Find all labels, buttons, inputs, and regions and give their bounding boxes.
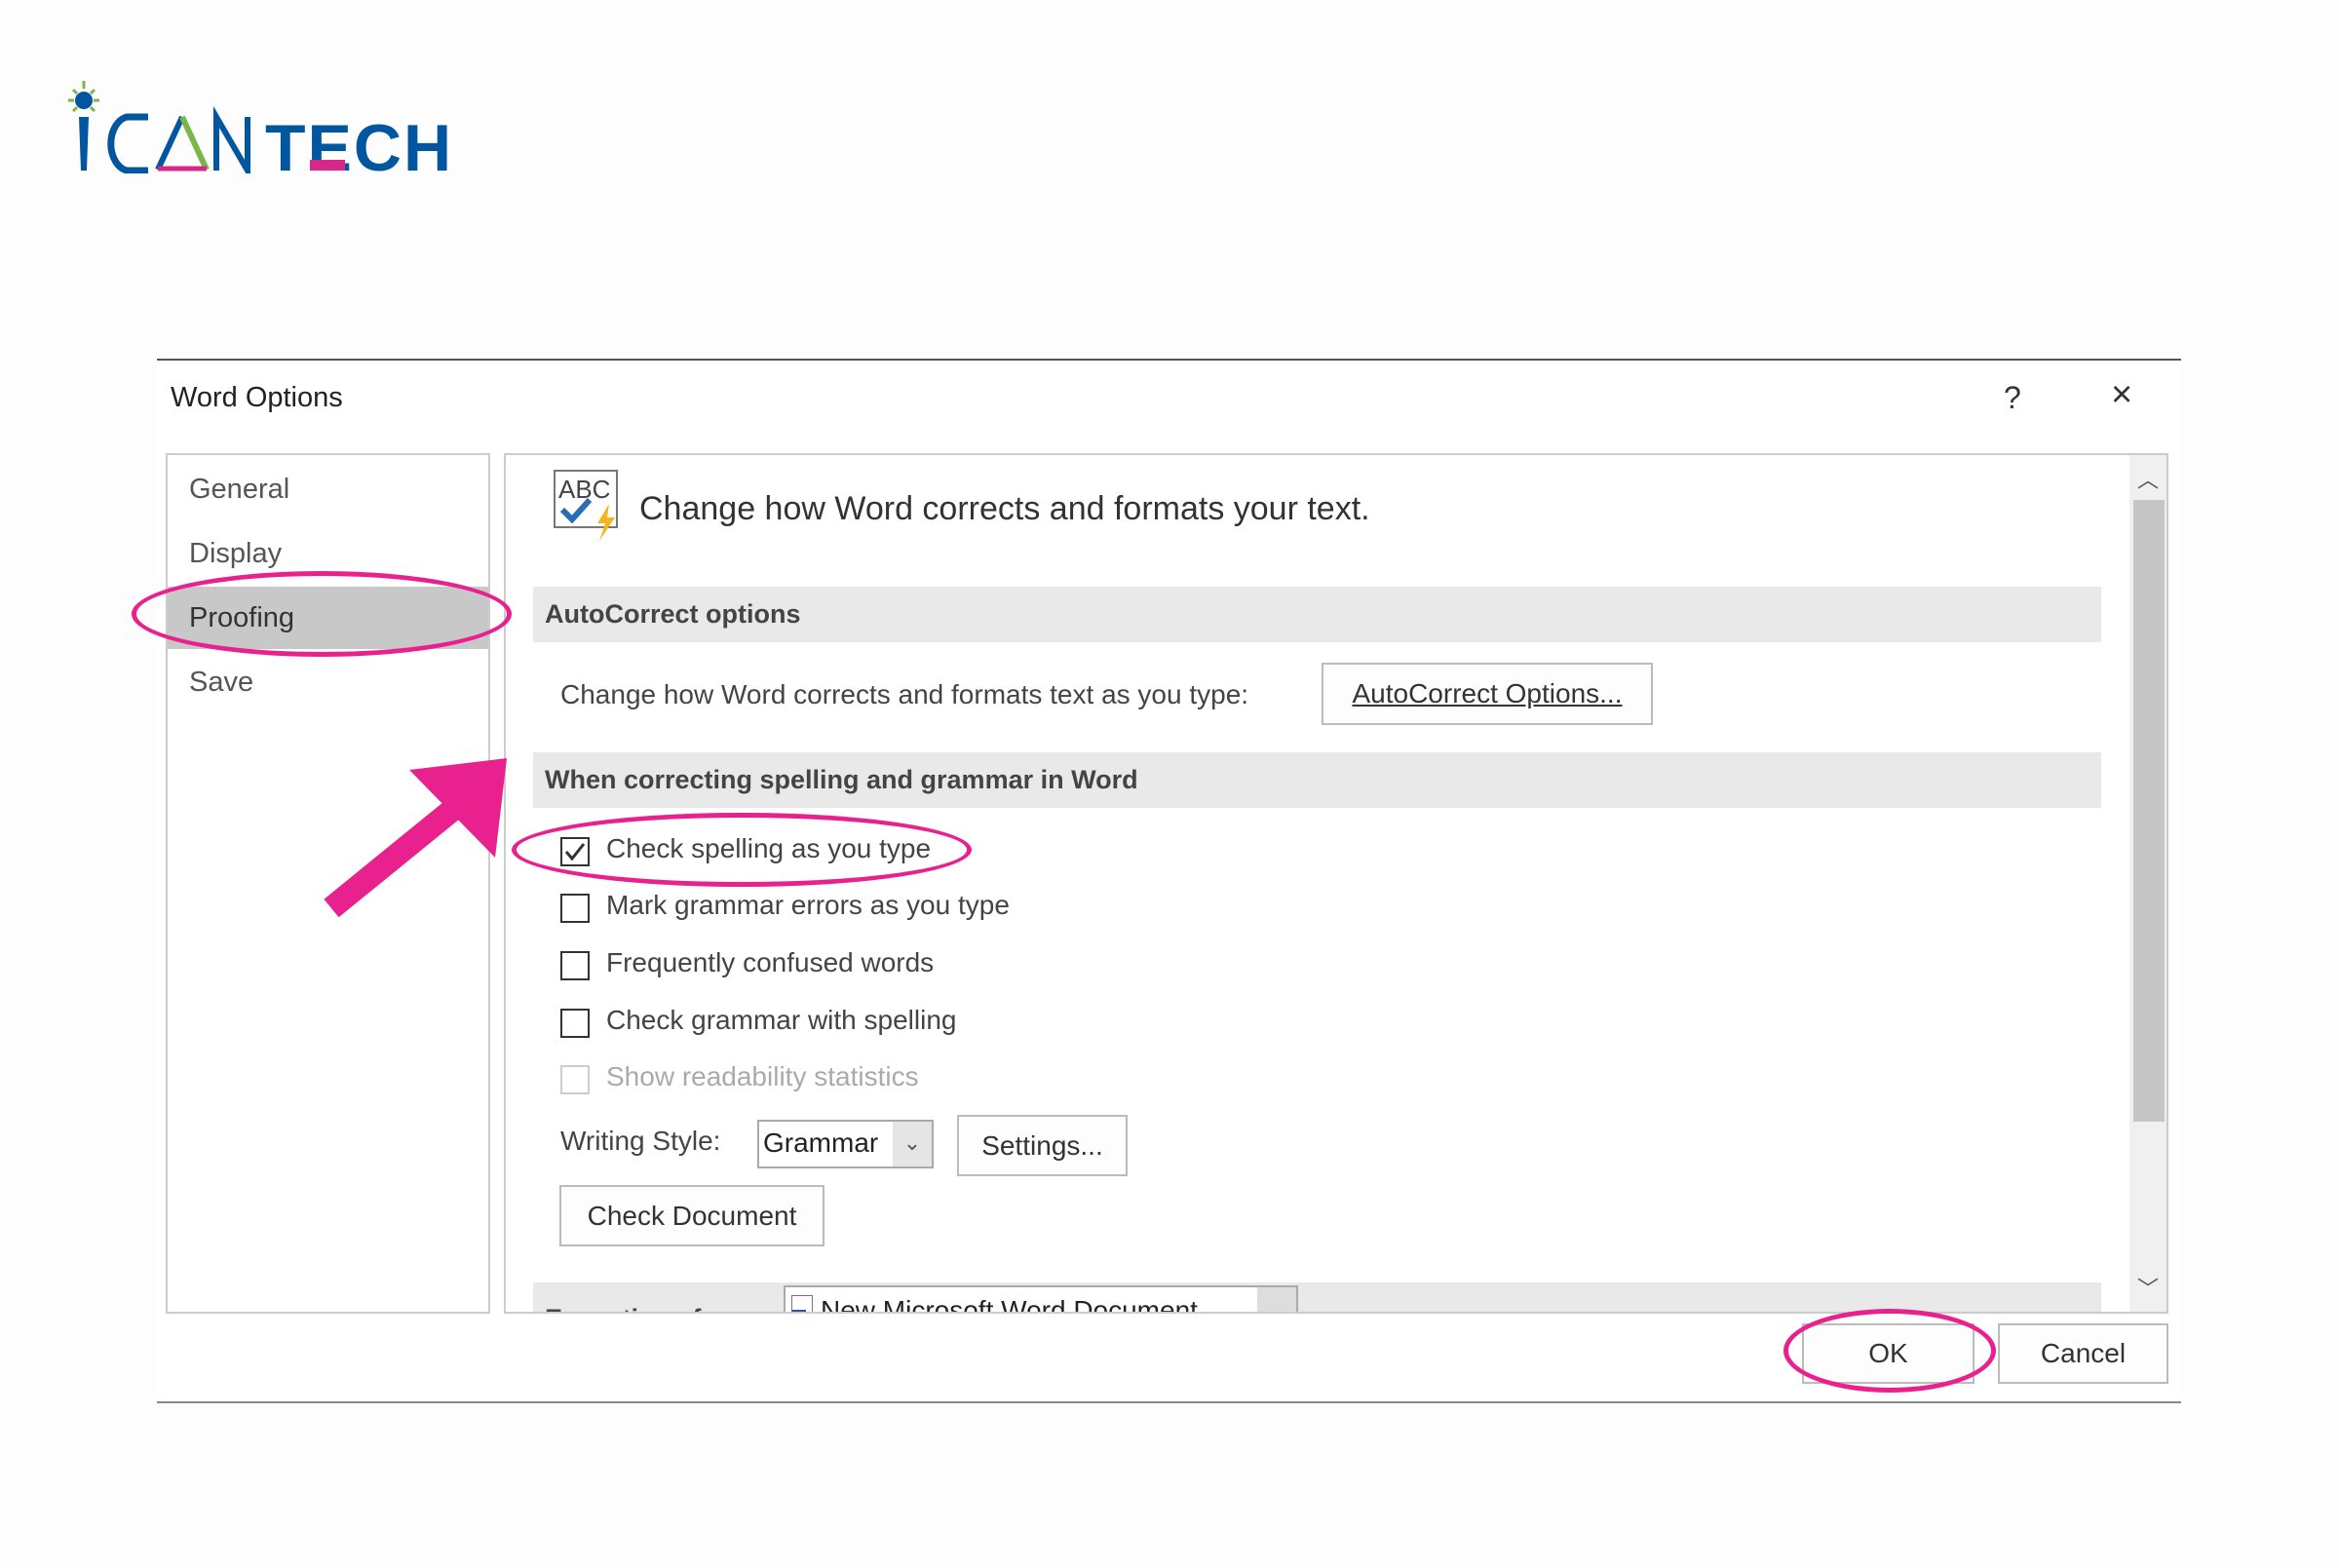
- nav-item-save[interactable]: Save: [168, 651, 488, 713]
- panel-header-text: Change how Word corrects and formats you…: [639, 490, 1370, 527]
- scroll-up-icon[interactable]: ︿: [2137, 463, 2159, 494]
- help-icon[interactable]: ?: [2004, 380, 2021, 416]
- autocorrect-description: Change how Word corrects and formats tex…: [560, 679, 1249, 709]
- word-document-icon: [791, 1295, 813, 1312]
- chevron-down-icon[interactable]: ⌄: [893, 1122, 932, 1166]
- cancel-button[interactable]: Cancel: [1998, 1323, 2168, 1384]
- vertical-scrollbar[interactable]: ︿ ﹀: [2129, 455, 2166, 1312]
- exceptions-label: Exceptions for:: [545, 1304, 737, 1312]
- annotation-ellipse-proofing: [132, 571, 512, 657]
- check-document-button[interactable]: Check Document: [559, 1185, 824, 1246]
- scrollbar-thumb[interactable]: [2133, 500, 2165, 1122]
- readability-label: Show readability statistics: [606, 1061, 919, 1091]
- spelling-section-header: When correcting spelling and grammar in …: [533, 752, 2101, 808]
- chevron-down-icon[interactable]: ⌄: [1257, 1287, 1296, 1312]
- mark-grammar-checkbox[interactable]: [560, 894, 590, 923]
- svg-text:ABC: ABC: [558, 475, 610, 504]
- writing-style-dropdown[interactable]: Grammar ⌄: [757, 1120, 934, 1168]
- scroll-down-icon[interactable]: ﹀: [2137, 1272, 2159, 1303]
- abc-check-icon: ABC: [554, 470, 618, 541]
- mark-grammar-label[interactable]: Mark grammar errors as you type: [606, 890, 1010, 921]
- confused-words-label[interactable]: Frequently confused words: [606, 947, 934, 978]
- confused-words-checkbox[interactable]: [560, 951, 590, 980]
- autocorrect-options-button[interactable]: AutoCorrect Options...: [1322, 663, 1653, 725]
- exceptions-document-value: New Microsoft Word Document: [821, 1295, 1198, 1314]
- annotation-arrow-icon: [324, 758, 507, 918]
- svg-text:TECH: TECH: [265, 111, 450, 173]
- readability-checkbox: [560, 1065, 590, 1094]
- settings-button[interactable]: Settings...: [957, 1115, 1128, 1176]
- annotation-ellipse-ok: [1783, 1309, 1996, 1393]
- autocorrect-section-header: AutoCorrect options: [533, 587, 2101, 642]
- writing-style-value: Grammar: [763, 1128, 879, 1158]
- check-grammar-label[interactable]: Check grammar with spelling: [606, 1005, 956, 1036]
- nav-item-general[interactable]: General: [168, 458, 488, 520]
- close-icon[interactable]: ×: [2111, 374, 2132, 416]
- dialog-title: Word Options: [171, 382, 343, 413]
- exceptions-document-dropdown[interactable]: New Microsoft Word Document ⌄: [784, 1285, 1298, 1314]
- check-grammar-checkbox[interactable]: [560, 1009, 590, 1038]
- annotation-ellipse-check-spelling: [512, 813, 972, 887]
- icantech-logo: TECH: [68, 81, 450, 173]
- writing-style-label: Writing Style:: [560, 1126, 721, 1156]
